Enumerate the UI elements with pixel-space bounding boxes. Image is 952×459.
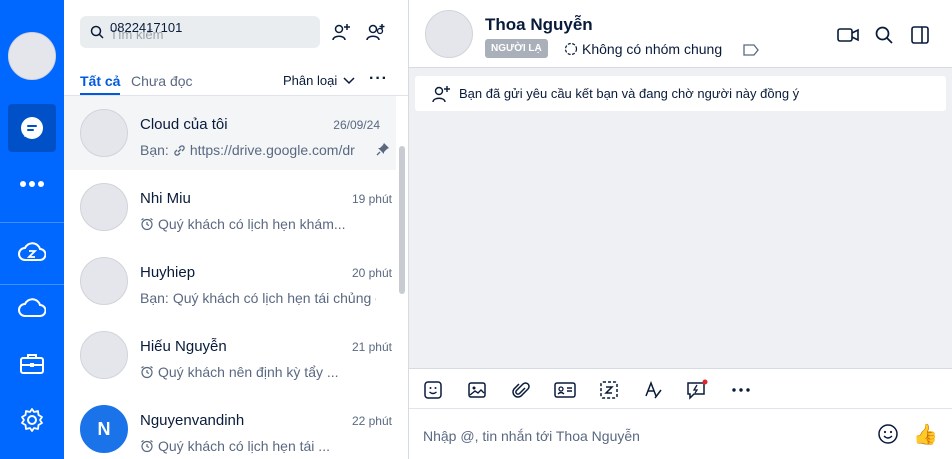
tab-unread[interactable]: Chưa đọc	[131, 73, 193, 89]
chat-icon[interactable]	[8, 104, 56, 152]
search-icon[interactable]	[873, 24, 895, 46]
conversation-item[interactable]: Cloud của tôi 26/09/24 Bạn: https://driv…	[64, 96, 396, 170]
video-call-icon[interactable]	[837, 24, 859, 46]
avatar	[80, 183, 128, 231]
settings-icon[interactable]	[8, 396, 56, 444]
more-options-button[interactable]: ···	[369, 70, 388, 88]
stranger-badge: NGƯỜI LẠ	[485, 39, 548, 58]
conversation-name: Huyhiep	[140, 264, 196, 281]
contact-card-icon[interactable]	[553, 378, 577, 402]
tab-active-indicator	[80, 93, 120, 95]
pin-icon	[376, 143, 389, 156]
preview-text: Quý khách có lịch hẹn tái ...	[158, 438, 330, 454]
search-icon	[90, 25, 104, 44]
more-icon[interactable]	[8, 160, 56, 208]
common-groups[interactable]: Không có nhóm chung	[564, 41, 722, 57]
conversation-time: 20 phút	[351, 266, 392, 280]
more-tools-icon[interactable]	[729, 378, 753, 402]
conversation-name: Nguyenvandinh	[140, 412, 245, 429]
alarm-icon	[141, 218, 153, 231]
add-friend-button[interactable]	[329, 20, 353, 44]
message-input[interactable]: Nhập @, tin nhắn tới Thoa Nguyễn 👍	[409, 409, 952, 459]
friend-request-notice: Bạn đã gửi yêu cầu kết bạn và đang chờ n…	[415, 76, 946, 111]
screenshot-icon[interactable]	[597, 378, 621, 402]
thumbs-up-icon[interactable]: 👍	[913, 422, 938, 447]
emoji-icon[interactable]	[877, 423, 899, 445]
conversation-preview: Quý khách có lịch hẹn khám...	[140, 216, 376, 232]
conversation-time: 19 phút	[351, 192, 392, 206]
classify-dropdown[interactable]: Phân loại	[283, 73, 355, 88]
conversation-item[interactable]: N Nguyenvandinh 22 phút Quý khách có lịc…	[64, 392, 396, 459]
composer-toolbar	[409, 368, 952, 409]
link-icon	[174, 144, 185, 156]
avatar[interactable]	[425, 10, 473, 58]
conversation-item[interactable]: Hiếu Nguyễn 21 phút Quý khách nên định k…	[64, 318, 396, 392]
conversation-preview: Bạn: Quý khách có lịch hẹn tái chủng ch	[140, 290, 376, 306]
nav-rail	[0, 0, 64, 459]
common-groups-label: Không có nhóm chung	[582, 41, 723, 57]
conversation-time: 21 phút	[351, 340, 392, 354]
sidebar-toggle-icon[interactable]	[909, 24, 931, 46]
quick-message-icon[interactable]	[685, 378, 709, 402]
preview-text: https://drive.google.com/dr	[189, 142, 355, 158]
chevron-down-icon	[343, 76, 355, 84]
conversation-time: 26/09/24	[333, 118, 380, 132]
notice-text: Bạn đã gửi yêu cầu kết bạn và đang chờ n…	[459, 86, 800, 101]
conversation-name: Cloud của tôi	[140, 116, 228, 133]
briefcase-icon[interactable]	[8, 340, 56, 388]
conversation-preview: Quý khách có lịch hẹn tái ...	[140, 438, 376, 454]
preview-prefix: Bạn:	[140, 290, 169, 306]
add-friend-icon	[432, 85, 450, 102]
attachment-icon[interactable]	[509, 378, 533, 402]
conversation-preview: Bạn: https://drive.google.com/dr	[140, 142, 376, 158]
avatar	[80, 257, 128, 305]
search-value: 0822417101	[110, 20, 183, 35]
text-format-icon[interactable]	[641, 378, 665, 402]
search-input[interactable]: Tìm kiếm 0822417101	[80, 16, 320, 48]
conversation-list-panel: Tìm kiếm 0822417101 Tất cả Chưa đọc Phân…	[64, 0, 409, 459]
alarm-icon	[141, 366, 153, 379]
conversation-item[interactable]: Nhi Miu 19 phút Quý khách có lịch hẹn kh…	[64, 170, 396, 244]
chat-panel: Thoa Nguyễn NGƯỜI LẠ Không có nhóm chung…	[409, 0, 952, 459]
sticker-icon[interactable]	[421, 378, 445, 402]
conversation-name: Hiếu Nguyễn	[140, 338, 227, 355]
conversation-preview: Quý khách nên định kỳ tẩy ...	[140, 364, 376, 380]
chat-header: Thoa Nguyễn NGƯỜI LẠ Không có nhóm chung	[409, 0, 952, 68]
tag-icon[interactable]	[743, 44, 759, 56]
conversation-name: Nhi Miu	[140, 190, 191, 207]
zcloud-icon[interactable]	[8, 228, 56, 276]
image-icon[interactable]	[465, 378, 489, 402]
profile-avatar[interactable]	[8, 32, 56, 80]
avatar	[80, 331, 128, 379]
cloud-icon[interactable]	[8, 284, 56, 332]
conversation-item[interactable]: Huyhiep 20 phút Bạn: Quý khách có lịch h…	[64, 244, 396, 318]
avatar	[80, 109, 128, 157]
create-group-button[interactable]	[364, 20, 388, 44]
preview-text: Quý khách có lịch hẹn tái chủng ch	[172, 290, 376, 306]
contact-name[interactable]: Thoa Nguyễn	[485, 15, 593, 35]
classify-label: Phân loại	[283, 73, 338, 88]
alarm-icon	[141, 440, 153, 453]
conversation-time: 22 phút	[351, 414, 392, 428]
preview-prefix: Bạn:	[140, 142, 169, 158]
preview-text: Quý khách nên định kỳ tẩy ...	[158, 364, 339, 380]
tab-all[interactable]: Tất cả	[80, 73, 120, 89]
groups-icon	[564, 42, 578, 56]
list-scrollbar[interactable]	[399, 146, 405, 294]
message-input-placeholder: Nhập @, tin nhắn tới Thoa Nguyễn	[423, 428, 640, 444]
preview-text: Quý khách có lịch hẹn khám...	[158, 216, 346, 232]
filter-tabs: Tất cả Chưa đọc Phân loại ···	[64, 64, 408, 96]
avatar: N	[80, 405, 128, 453]
